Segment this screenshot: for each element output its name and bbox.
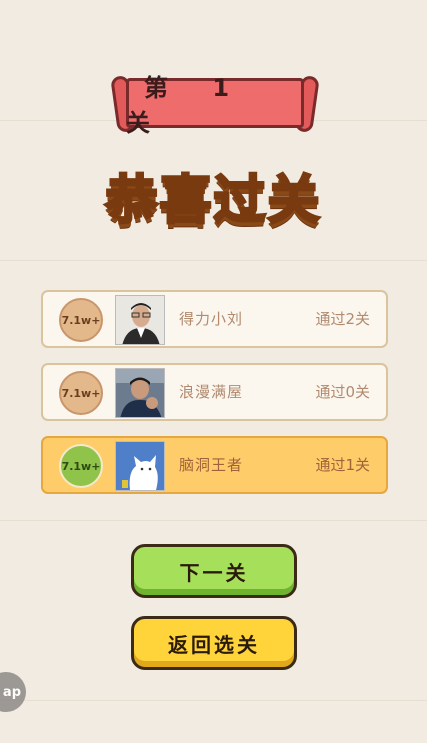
player-progress: 通过2关 [315, 310, 370, 328]
leaderboard-row: 7.1w+ 得力小刘 通过2关 [41, 290, 388, 348]
player-name: 浪漫满屋 [179, 383, 244, 401]
next-level-button[interactable]: 下一关 [131, 544, 297, 598]
person-photo-icon [116, 296, 164, 344]
avatar [115, 368, 165, 418]
avatar [115, 295, 165, 345]
avatar [115, 441, 165, 491]
player-progress: 通过1关 [315, 456, 370, 474]
level-label: 第 1 关 [126, 74, 248, 137]
back-to-level-select-button[interactable]: 返回选关 [131, 616, 297, 670]
leaderboard-row-current: 7.1w+ 脑洞王者 通过1关 [41, 436, 388, 494]
congrats-title: 恭喜过关 [104, 169, 322, 232]
leaderboard-row: 7.1w+ 浪漫满屋 通过0关 [41, 363, 388, 421]
person-photo-icon [116, 369, 164, 417]
player-name: 得力小刘 [179, 310, 244, 328]
player-name: 脑洞王者 [179, 456, 244, 474]
score-badge: 7.1w+ [59, 298, 103, 342]
level-ribbon: 第 1 关 [110, 74, 320, 138]
cat-avatar-icon [116, 442, 164, 490]
score-badge: 7.1w+ [59, 371, 103, 415]
score-badge: 7.1w+ [59, 444, 103, 488]
player-progress: 通过0关 [315, 383, 370, 401]
floating-app-button[interactable]: ap [0, 672, 26, 712]
